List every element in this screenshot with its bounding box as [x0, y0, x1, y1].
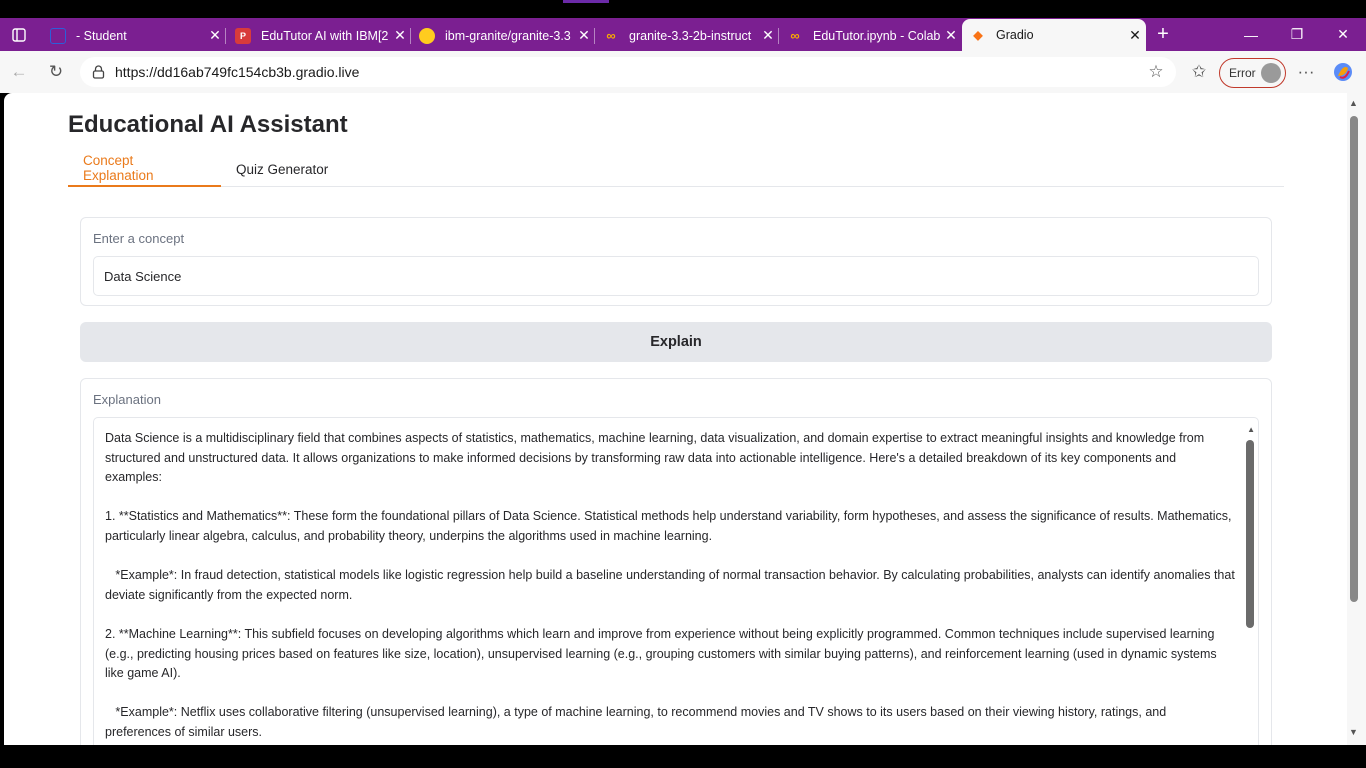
- browser-tab-strip: - Student ✕ P EduTutor AI with IBM[2 ✕ i…: [0, 18, 1366, 51]
- scroll-up-icon[interactable]: ▲: [1247, 425, 1255, 434]
- explain-button[interactable]: Explain: [80, 322, 1272, 362]
- scroll-up-icon[interactable]: ▲: [1349, 98, 1358, 108]
- address-bar: ← ↻ https://dd16ab749fc154cb3b.gradio.li…: [0, 51, 1366, 93]
- explanation-label: Explanation: [93, 392, 161, 407]
- favorites-icon[interactable]: ✩: [1188, 61, 1210, 83]
- gradio-icon: ◆: [973, 28, 983, 42]
- browser-tab-ibm-granite[interactable]: ibm-granite/granite-3.3 ✕: [411, 20, 595, 51]
- pdf-icon: P: [235, 27, 251, 44]
- colab-icon: ∞: [606, 28, 616, 43]
- colab-icon: ∞: [790, 28, 800, 43]
- concept-label: Enter a concept: [93, 231, 185, 246]
- profile-status: Error: [1229, 66, 1256, 80]
- screen-bottom-bar: [0, 745, 1366, 768]
- browser-tab-gradio[interactable]: ◆ Gradio ✕: [962, 19, 1146, 51]
- huggingface-icon: [419, 27, 435, 44]
- lock-icon: [92, 65, 106, 79]
- page-scrollbar-thumb[interactable]: [1350, 116, 1358, 602]
- tab-concept-explanation[interactable]: Concept Explanation: [68, 151, 221, 187]
- student-icon: [50, 27, 66, 44]
- screen-top-bar: [0, 0, 1366, 18]
- page-scrollbar[interactable]: ▲ ▼: [1347, 93, 1366, 745]
- scroll-down-icon[interactable]: ▼: [1349, 727, 1358, 737]
- reload-icon[interactable]: ↻: [45, 61, 67, 83]
- tab-title: granite-3.3-2b-instruct: [629, 28, 752, 43]
- minimize-icon[interactable]: —: [1234, 18, 1268, 51]
- tab-quiz-generator[interactable]: Quiz Generator: [221, 151, 343, 187]
- tab-title: Gradio: [996, 28, 1034, 42]
- explanation-scrollbar[interactable]: [1246, 440, 1254, 628]
- browser-tab-edututor-pdf[interactable]: P EduTutor AI with IBM[2 ✕: [227, 20, 411, 51]
- copilot-icon[interactable]: [1332, 61, 1354, 83]
- browser-tab-student[interactable]: - Student ✕: [42, 20, 226, 51]
- concept-input[interactable]: Data Science: [93, 256, 1259, 296]
- explanation-text: Data Science is a multidisciplinary fiel…: [105, 431, 1235, 739]
- avatar: [1261, 63, 1281, 83]
- concept-block: Enter a concept Data Science: [80, 217, 1272, 306]
- close-icon[interactable]: ✕: [940, 27, 962, 44]
- window-close-icon[interactable]: ✕: [1326, 18, 1360, 51]
- profile-error-button[interactable]: Error: [1219, 58, 1286, 88]
- tab-title: EduTutor.ipynb - Colab: [813, 28, 940, 43]
- tab-actions-icon[interactable]: [2, 18, 36, 51]
- tab-title: ibm-granite/granite-3.3: [445, 28, 571, 43]
- page-title: Educational AI Assistant: [68, 111, 348, 138]
- explanation-block: Explanation Data Science is a multidisci…: [80, 378, 1272, 745]
- new-tab-button[interactable]: +: [1146, 18, 1180, 51]
- tab-title: - Student: [76, 28, 127, 43]
- top-accent: [563, 0, 609, 3]
- close-icon[interactable]: ✕: [1124, 27, 1146, 44]
- url-text: https://dd16ab749fc154cb3b.gradio.live: [115, 64, 360, 80]
- close-icon[interactable]: ✕: [389, 27, 411, 44]
- browser-tab-edututor-colab[interactable]: ∞ EduTutor.ipynb - Colab ✕: [779, 20, 962, 51]
- more-options-icon[interactable]: ···: [1295, 61, 1317, 83]
- explanation-output[interactable]: Data Science is a multidisciplinary fiel…: [93, 417, 1259, 745]
- gradio-page: Educational AI Assistant Concept Explana…: [4, 93, 1347, 745]
- restore-icon[interactable]: ❐: [1280, 18, 1314, 51]
- close-icon[interactable]: ✕: [573, 27, 595, 44]
- favorite-star-icon[interactable]: ☆: [1145, 61, 1167, 83]
- browser-tab-granite-instruct[interactable]: ∞ granite-3.3-2b-instruct ✕: [595, 20, 779, 51]
- close-icon[interactable]: ✕: [757, 27, 779, 44]
- tab-title: EduTutor AI with IBM[2: [261, 28, 389, 43]
- app-tabs: Concept Explanation Quiz Generator: [68, 151, 1284, 187]
- back-icon[interactable]: ←: [8, 61, 30, 83]
- url-field[interactable]: https://dd16ab749fc154cb3b.gradio.live: [80, 57, 1176, 87]
- close-icon[interactable]: ✕: [204, 27, 226, 44]
